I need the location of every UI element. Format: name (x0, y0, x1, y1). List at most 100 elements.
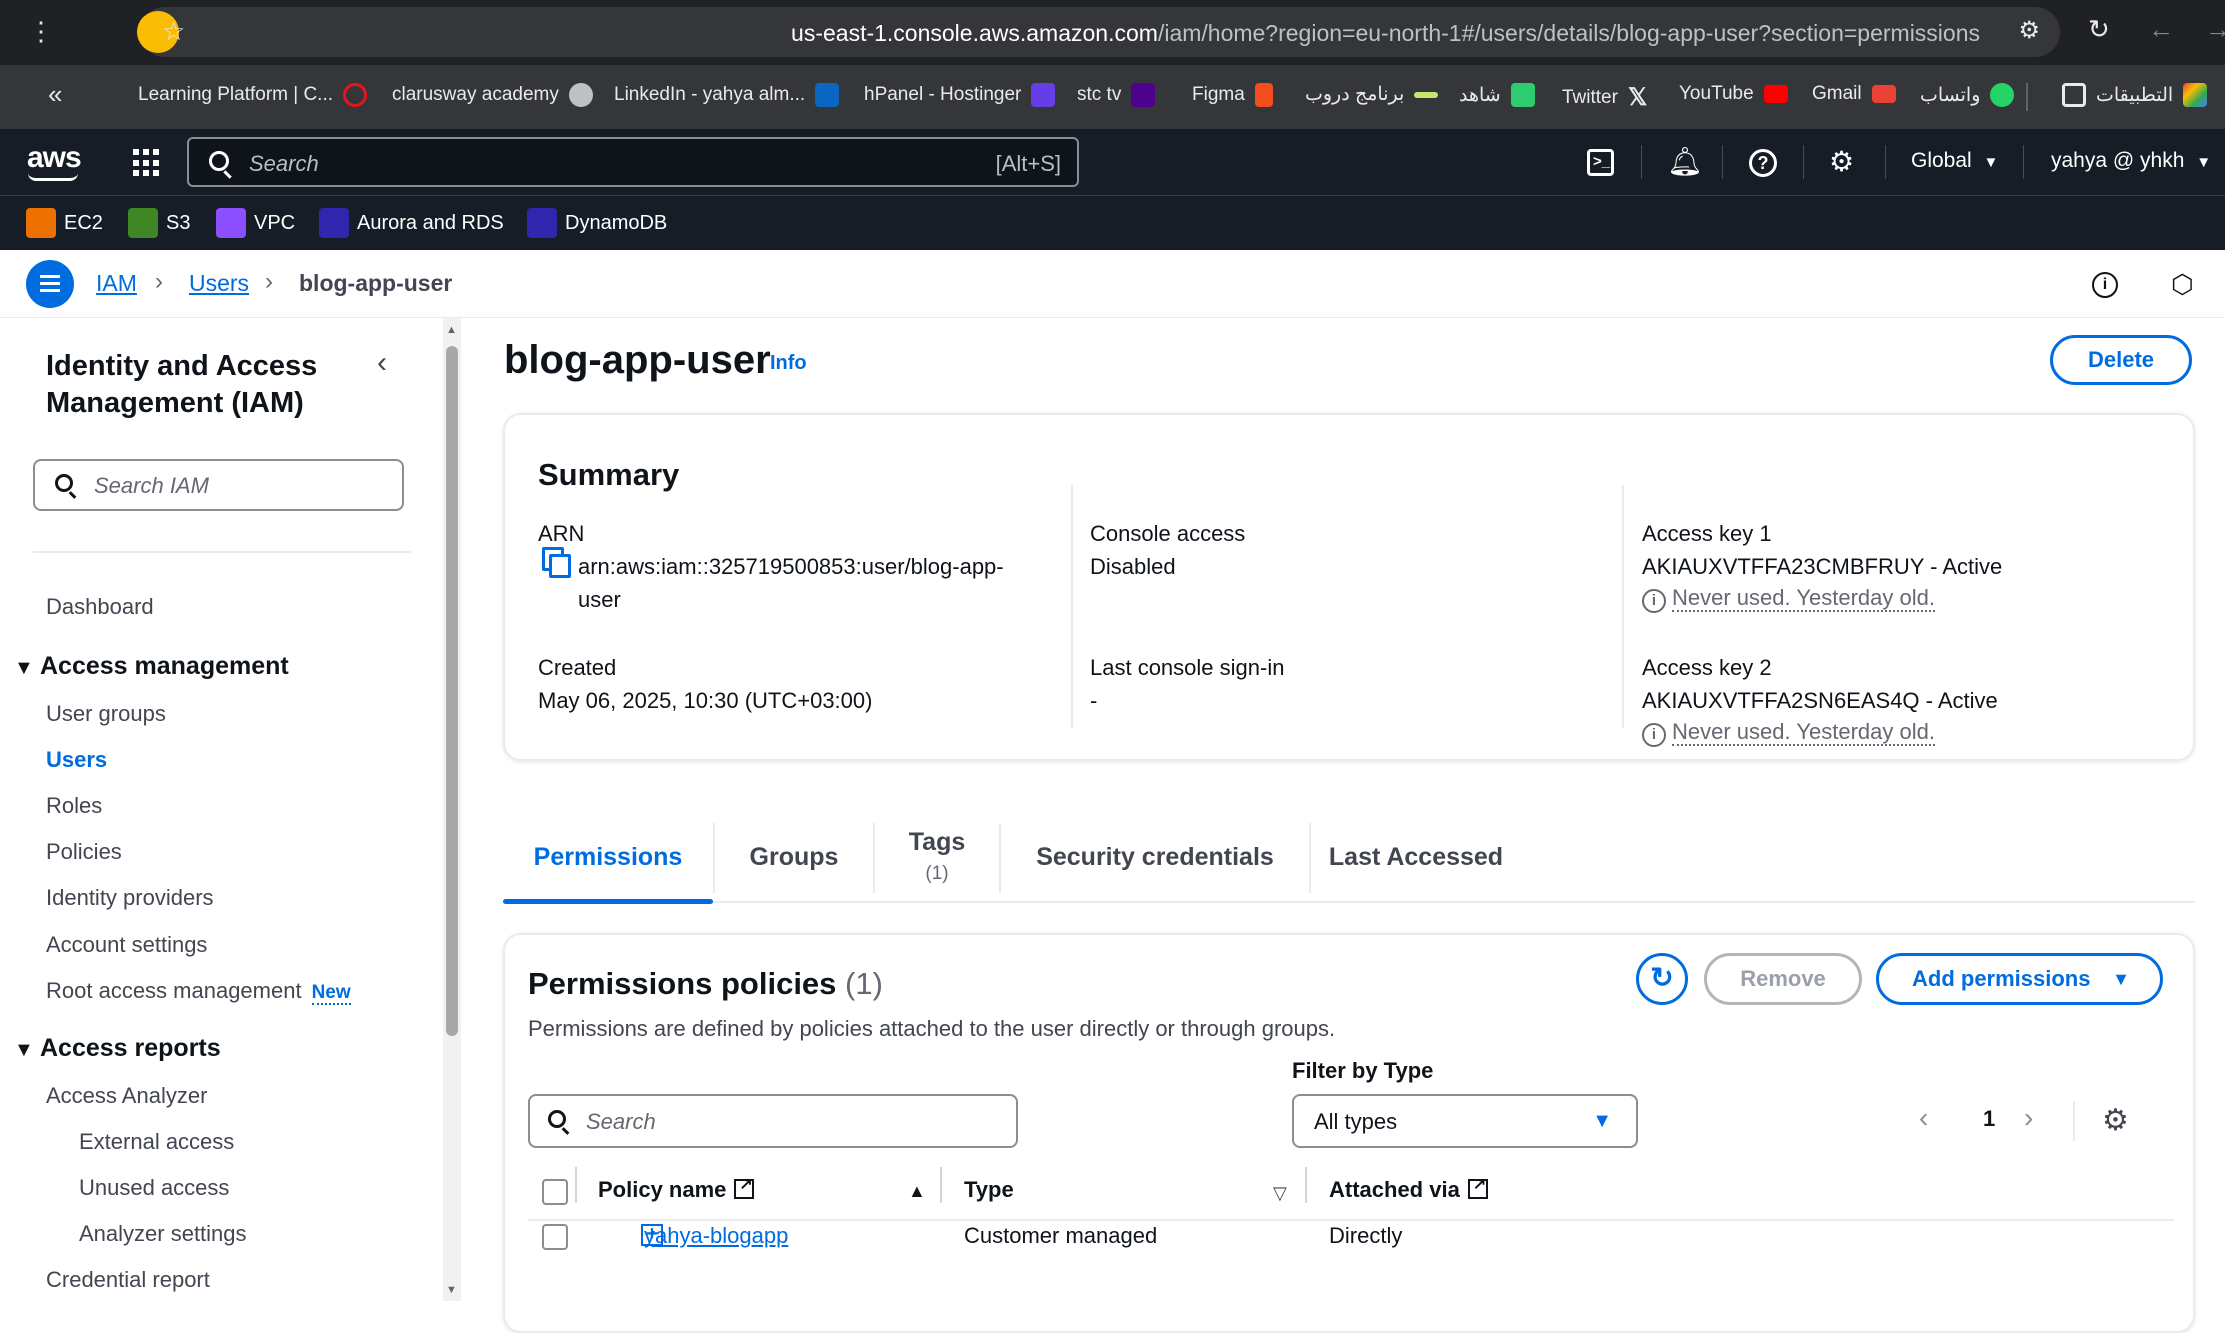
bell-icon[interactable]: 🔔︎ (1667, 145, 1703, 178)
column-header-type[interactable]: Type (964, 1177, 1014, 1203)
bookmark-figma[interactable]: Figma (1192, 83, 1273, 107)
sidebar-section-access-management[interactable]: ▼ Access management (14, 652, 289, 681)
favorite-vpc[interactable]: VPC (216, 208, 295, 238)
sidebar-item-users[interactable]: Users (46, 747, 107, 773)
aws-search-input[interactable]: Search [Alt+S] (187, 137, 1079, 187)
region-selector[interactable]: Global ▼ (1911, 149, 1998, 173)
filter-type-select[interactable]: All types ▼ (1292, 1094, 1638, 1148)
sidebar-section-access-reports[interactable]: ▼ Access reports (14, 1034, 221, 1063)
services-grid-icon[interactable] (133, 149, 161, 177)
bookmark-clarusway[interactable]: clarusway academy (392, 83, 593, 107)
info-link[interactable]: Info (770, 352, 807, 375)
sidebar-item-user-groups[interactable]: User groups (46, 701, 166, 727)
delete-button[interactable]: Delete (2050, 335, 2192, 385)
info-circle-icon[interactable]: i (2092, 272, 2118, 298)
scroll-up-icon[interactable]: ▲ (446, 324, 457, 336)
favorite-ec2[interactable]: EC2 (26, 208, 103, 238)
sort-descending-icon[interactable]: ▽ (1273, 1183, 1287, 1204)
access-key1-note[interactable]: i Never used. Yesterday old. (1642, 585, 1935, 613)
sidebar-item-policies[interactable]: Policies (46, 839, 122, 865)
forward-arrow-icon[interactable]: → (2205, 16, 2225, 42)
linkedin-icon (815, 83, 840, 107)
breadcrumb-current: blog-app-user (299, 270, 453, 296)
sidebar-search-input[interactable]: Search IAM (33, 459, 404, 511)
row-checkbox[interactable] (542, 1224, 568, 1250)
column-header-policy-name[interactable]: Policy name (598, 1174, 755, 1203)
select-all-checkbox[interactable] (542, 1179, 568, 1205)
sidebar-item-account-settings[interactable]: Account settings (46, 932, 207, 958)
sidebar-item-access-analyzer[interactable]: Access Analyzer (46, 1083, 207, 1109)
browser-menu-icon[interactable]: ⋮ (28, 18, 54, 44)
column-header-attached-via[interactable]: Attached via (1329, 1174, 1488, 1203)
sidebar-item-analyzer-settings[interactable]: Analyzer settings (79, 1221, 247, 1247)
bookmark-star-icon[interactable]: ☆ (162, 18, 185, 44)
tab-count: (1) (925, 863, 949, 884)
sidebar-scrollbar[interactable]: ▲ ▼ (443, 318, 461, 1301)
bookmark-hostinger[interactable]: hPanel - Hostinger (864, 83, 1056, 107)
bookmark-apps[interactable]: التطبيقات (2062, 83, 2208, 107)
access-key1-note-text: Never used. Yesterday old. (1672, 585, 1935, 612)
chevron-right-icon[interactable]: › (2024, 1102, 2033, 1134)
table-settings-gear-icon[interactable]: ⚙ (2102, 1103, 2129, 1138)
breadcrumb-users[interactable]: Users (189, 270, 249, 297)
sort-ascending-icon[interactable]: ▲ (908, 1181, 926, 1202)
sidebar-item-credential-report[interactable]: Credential report (46, 1267, 210, 1293)
sidebar-item-external-access[interactable]: External access (79, 1129, 234, 1155)
scroll-down-icon[interactable]: ▼ (446, 1284, 457, 1296)
bookmark-youtube[interactable]: YouTube (1679, 83, 1788, 105)
policy-name-link[interactable]: yahya-blogapp (644, 1223, 788, 1249)
favorite-aurora-rds[interactable]: Aurora and RDS (319, 208, 504, 238)
favorite-dynamodb[interactable]: DynamoDB (527, 208, 667, 238)
policy-search-input[interactable]: Search (528, 1094, 1018, 1148)
bookmark-stc-tv[interactable]: stc tv (1077, 83, 1156, 107)
sidebar-item-roles[interactable]: Roles (46, 793, 102, 819)
cloudshell-icon[interactable]: >_ (1587, 149, 1614, 176)
settings-gear-icon[interactable]: ⚙ (1829, 145, 1854, 178)
nav-divider (1803, 145, 1804, 179)
bookmark-shahid[interactable]: شاهد (1459, 83, 1535, 107)
gmail-icon (1871, 85, 1896, 103)
bookmark-drob[interactable]: برنامج دروب (1305, 83, 1439, 106)
bookmark-twitter[interactable]: Twitter 𝕏 (1562, 83, 1647, 112)
back-arrow-icon[interactable]: ← (2148, 16, 2174, 42)
breadcrumb-iam[interactable]: IAM (96, 270, 137, 297)
bookmark-whatsapp[interactable]: واتساب (1920, 83, 2015, 107)
column-label: Policy name (598, 1177, 727, 1202)
tab-security-credentials[interactable]: Security credentials (1001, 813, 1309, 901)
hamburger-menu-icon[interactable] (26, 260, 74, 308)
double-chevron-icon[interactable]: « (48, 81, 62, 107)
favorite-s3[interactable]: S3 (128, 208, 190, 238)
remove-button[interactable]: Remove (1704, 953, 1862, 1005)
tune-icon[interactable]: ⚙ (2018, 19, 2040, 43)
chevron-left-icon[interactable]: ‹ (1919, 1102, 1928, 1134)
tab-tags[interactable]: Tags (1) (875, 813, 999, 901)
sidebar-item-unused-access[interactable]: Unused access (79, 1175, 229, 1201)
favorite-label: DynamoDB (565, 211, 668, 234)
console-access-value: Disabled (1090, 554, 1176, 579)
reload-icon[interactable]: ↻ (2088, 16, 2110, 42)
tab-permissions[interactable]: Permissions (503, 813, 713, 904)
current-page[interactable]: 1 (1983, 1106, 1995, 1132)
copy-icon[interactable] (542, 547, 571, 578)
scrollbar-thumb[interactable] (446, 346, 458, 1036)
bookmark-gmail[interactable]: Gmail (1812, 83, 1896, 105)
refresh-button[interactable]: ↻ (1636, 953, 1688, 1005)
bookmark-linkedin[interactable]: LinkedIn - yahya alm... (614, 83, 840, 107)
access-key2-note[interactable]: i Never used. Yesterday old. (1642, 719, 1935, 747)
bookmark-label: واتساب (1920, 84, 1981, 106)
aws-logo[interactable]: aws (27, 141, 82, 175)
tab-groups[interactable]: Groups (715, 813, 873, 901)
tab-last-accessed[interactable]: Last Accessed (1311, 813, 1521, 901)
sidebar-item-root-access[interactable]: Root access management New (46, 978, 351, 1005)
bookmark-learning-platform[interactable]: Learning Platform | C... (138, 83, 368, 107)
address-bar[interactable]: ☆ us-east-1.console.aws.amazon.com/iam/h… (137, 7, 2060, 57)
account-menu[interactable]: yahya @ yhkh ▼ (2051, 149, 2211, 173)
sidebar-item-dashboard[interactable]: Dashboard (46, 594, 154, 620)
hexagon-settings-icon[interactable]: ⬡ (2171, 271, 2194, 297)
shahid-icon (1510, 83, 1535, 107)
chevron-left-icon[interactable]: ‹ (377, 346, 387, 380)
help-icon[interactable]: ? (1749, 149, 1777, 177)
url-text[interactable]: us-east-1.console.aws.amazon.com/iam/hom… (791, 20, 1980, 47)
sidebar-item-identity-providers[interactable]: Identity providers (46, 885, 214, 911)
add-permissions-button[interactable]: Add permissions ▼ (1876, 953, 2163, 1005)
